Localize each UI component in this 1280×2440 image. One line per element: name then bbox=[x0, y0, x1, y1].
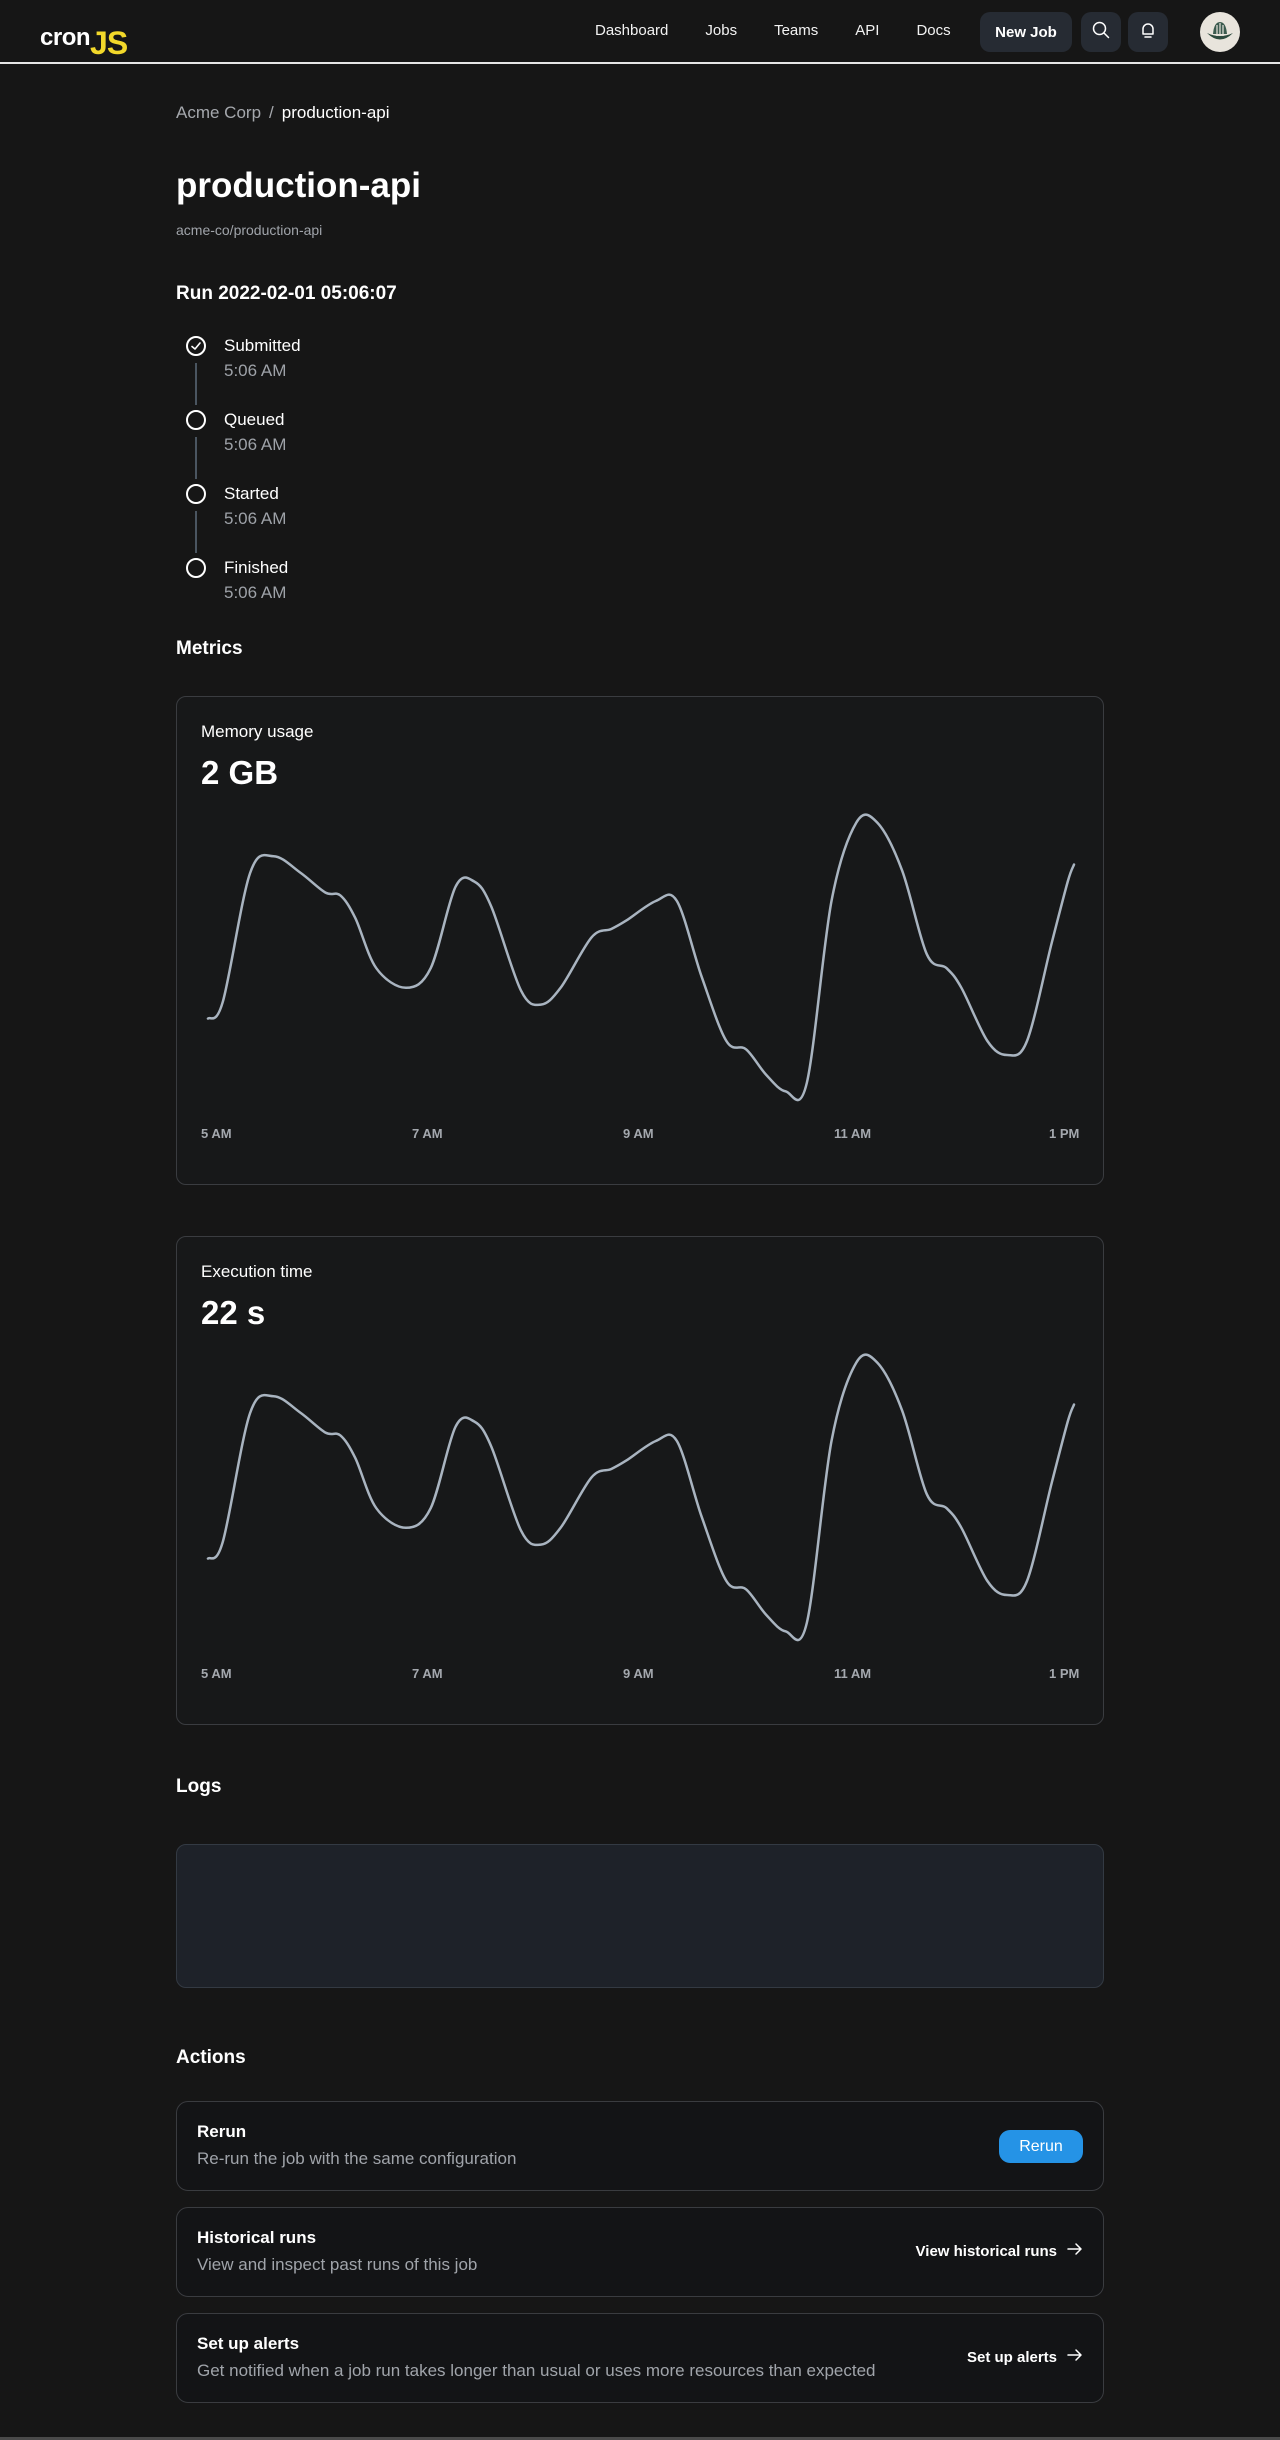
timeline-label: Submitted bbox=[224, 336, 301, 355]
action-title: Historical runs bbox=[197, 2228, 317, 2247]
timeline-label: Started bbox=[224, 484, 279, 503]
circle-icon bbox=[186, 558, 206, 578]
timeline-time: 5:06 AM bbox=[224, 509, 287, 528]
series-line bbox=[206, 813, 1076, 1102]
page-subtitle: acme-co/production-api bbox=[176, 222, 323, 238]
breadcrumb-root-link[interactable]: Acme Corp bbox=[176, 103, 261, 123]
top-nav: cron JS Dashboard Jobs Teams API Docs Ne… bbox=[0, 0, 1280, 64]
memory-usage-chart bbox=[206, 813, 1076, 1102]
nav-link-api[interactable]: API bbox=[855, 22, 879, 39]
action-description: Get notified when a job run takes longer… bbox=[197, 2361, 876, 2380]
action-title: Set up alerts bbox=[197, 2334, 300, 2353]
bell-icon bbox=[1138, 20, 1158, 45]
execution-time-card: Execution time 22 s 5 AM 7 AM 9 AM 11 AM… bbox=[176, 1236, 1104, 1725]
x-tick-label: 9 AM bbox=[623, 1666, 654, 1681]
circle-icon bbox=[186, 410, 206, 430]
nav-link-dashboard[interactable]: Dashboard bbox=[595, 22, 668, 39]
x-tick-label: 11 AM bbox=[834, 1666, 872, 1681]
x-tick-label: 1 PM bbox=[1049, 1666, 1080, 1681]
metrics-heading: Metrics bbox=[176, 638, 243, 659]
x-tick-label: 9 AM bbox=[623, 1126, 654, 1141]
arrow-right-icon bbox=[1067, 2242, 1083, 2260]
action-description: View and inspect past runs of this job bbox=[197, 2255, 478, 2274]
set-up-alerts-link[interactable]: Set up alerts bbox=[967, 2348, 1083, 2366]
link-label: Set up alerts bbox=[966, 2348, 1057, 2366]
timeline-connector bbox=[195, 511, 197, 553]
action-set-up-alerts: Set up alerts Get notified when a job ru… bbox=[176, 2313, 1104, 2403]
action-description: Re-run the job with the same configurati… bbox=[197, 2149, 517, 2168]
run-title: Run 2022-02-01 05:06:07 bbox=[176, 283, 397, 304]
search-icon bbox=[1091, 20, 1111, 45]
logs-panel[interactable] bbox=[176, 1844, 1104, 1988]
link-label: View historical runs bbox=[915, 2242, 1057, 2260]
nav-links: Dashboard Jobs Teams API Docs bbox=[595, 22, 988, 39]
logo-text-cron: cron bbox=[40, 24, 91, 51]
rerun-button[interactable]: Rerun bbox=[999, 2130, 1083, 2163]
nav-link-jobs[interactable]: Jobs bbox=[705, 22, 737, 39]
actions-heading: Actions bbox=[176, 2047, 246, 2068]
series-line bbox=[206, 1353, 1076, 1642]
new-job-button[interactable]: New Job bbox=[980, 12, 1072, 52]
logs-heading: Logs bbox=[176, 1776, 222, 1797]
logo-text-js: JS bbox=[90, 25, 128, 61]
avatar[interactable] bbox=[1200, 12, 1240, 52]
timeline-time: 5:06 AM bbox=[224, 435, 287, 454]
x-tick-label: 7 AM bbox=[412, 1666, 443, 1681]
nav-link-docs[interactable]: Docs bbox=[916, 22, 950, 39]
breadcrumb-separator: / bbox=[269, 103, 274, 122]
check-circle-icon bbox=[186, 336, 206, 356]
x-tick-label: 5 AM bbox=[201, 1666, 232, 1681]
view-historical-runs-link[interactable]: View historical runs bbox=[916, 2242, 1083, 2260]
timeline-label: Queued bbox=[224, 410, 285, 429]
x-tick-label: 5 AM bbox=[201, 1126, 232, 1141]
page-title: production-api bbox=[176, 166, 421, 205]
execution-time-chart bbox=[206, 1353, 1076, 1642]
logo[interactable]: cron JS bbox=[40, 14, 128, 60]
circle-icon bbox=[186, 484, 206, 504]
timeline-connector bbox=[195, 437, 197, 479]
timeline-connector bbox=[195, 363, 197, 405]
x-tick-label: 11 AM bbox=[834, 1126, 872, 1141]
action-historical-runs: Historical runs View and inspect past ru… bbox=[176, 2207, 1104, 2297]
memory-usage-card: Memory usage 2 GB 5 AM 7 AM 9 AM 11 AM 1… bbox=[176, 696, 1104, 1185]
arrow-right-icon bbox=[1067, 2348, 1083, 2366]
timeline-time: 5:06 AM bbox=[224, 583, 287, 602]
action-title: Rerun bbox=[197, 2122, 247, 2141]
timeline-time: 5:06 AM bbox=[224, 361, 287, 380]
notifications-button[interactable] bbox=[1128, 12, 1168, 52]
search-button[interactable] bbox=[1081, 12, 1121, 52]
action-rerun: Rerun Re-run the job with the same confi… bbox=[176, 2101, 1104, 2191]
nav-link-teams[interactable]: Teams bbox=[774, 22, 818, 39]
breadcrumb-current: production-api bbox=[281, 103, 390, 122]
timeline-label: Finished bbox=[224, 558, 289, 577]
x-tick-label: 7 AM bbox=[412, 1126, 443, 1141]
x-tick-label: 1 PM bbox=[1049, 1126, 1080, 1141]
breadcrumb: Acme Corp / production-api bbox=[176, 103, 390, 123]
